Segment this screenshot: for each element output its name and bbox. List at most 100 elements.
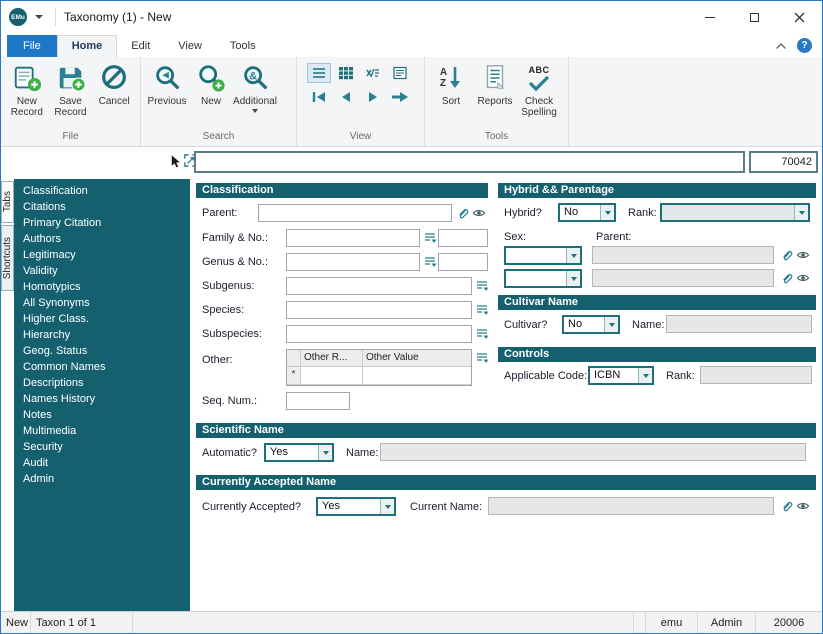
sidebar-item-classification[interactable]: Classification bbox=[14, 183, 190, 199]
ribbon-group-file: New Record Save Record bbox=[1, 57, 141, 146]
sex-combo-2[interactable] bbox=[504, 269, 582, 288]
grid-cell[interactable] bbox=[301, 367, 363, 385]
current-name-field[interactable] bbox=[488, 497, 774, 515]
list-view-button[interactable] bbox=[307, 63, 331, 83]
app-logo-icon[interactable]: EMu bbox=[9, 8, 27, 26]
help-button[interactable]: ? bbox=[797, 38, 812, 53]
quick-access-caret-button[interactable] bbox=[31, 7, 47, 27]
sidebar-item-homotypics[interactable]: Homotypics bbox=[14, 279, 190, 295]
applicable-code-label: Applicable Code: bbox=[504, 370, 587, 382]
minimize-button[interactable] bbox=[687, 1, 732, 33]
lookup-list-icon[interactable] bbox=[475, 303, 489, 317]
parent-field[interactable] bbox=[258, 204, 452, 222]
scientific-name-field[interactable] bbox=[380, 443, 806, 461]
sidebar-item-validity[interactable]: Validity bbox=[14, 263, 190, 279]
hybrid-combo[interactable]: No bbox=[558, 203, 616, 222]
pointer-icon[interactable] bbox=[168, 154, 183, 169]
subgenus-field[interactable] bbox=[286, 277, 472, 295]
contact-sheet-view-icon bbox=[365, 66, 381, 80]
lookup-list-icon[interactable] bbox=[423, 255, 437, 269]
tab-tools[interactable]: Tools bbox=[216, 36, 270, 57]
sidebar-item-legitimacy[interactable]: Legitimacy bbox=[14, 247, 190, 263]
eye-icon[interactable] bbox=[796, 499, 810, 513]
cancel-button[interactable]: Cancel bbox=[92, 59, 136, 107]
eye-icon[interactable] bbox=[796, 248, 810, 262]
genus-field[interactable] bbox=[286, 253, 420, 271]
attachment-icon[interactable] bbox=[780, 248, 794, 262]
close-button[interactable] bbox=[777, 1, 822, 33]
collapse-ribbon-button[interactable] bbox=[775, 42, 787, 50]
check-spelling-button[interactable]: ABC Check Spelling bbox=[517, 59, 561, 118]
lookup-list-icon[interactable] bbox=[475, 279, 489, 293]
maximize-button[interactable] bbox=[732, 1, 777, 33]
sidebar-item-authors[interactable]: Authors bbox=[14, 231, 190, 247]
ribbon: New Record Save Record bbox=[1, 57, 822, 147]
family-field[interactable] bbox=[286, 229, 420, 247]
chevron-down-icon bbox=[318, 445, 332, 460]
sidebar-item-audit[interactable]: Audit bbox=[14, 455, 190, 471]
other-values-grid[interactable]: Other R... Other Value * bbox=[286, 349, 472, 386]
controls-rank-field[interactable] bbox=[700, 366, 812, 384]
first-record-button[interactable] bbox=[307, 87, 331, 107]
subspecies-field[interactable] bbox=[286, 325, 472, 343]
next-record-button[interactable] bbox=[361, 87, 385, 107]
sidebar-item-security[interactable]: Security bbox=[14, 439, 190, 455]
sidebar-item-multimedia[interactable]: Multimedia bbox=[14, 423, 190, 439]
eye-icon[interactable] bbox=[472, 206, 486, 220]
last-record-button[interactable] bbox=[388, 87, 412, 107]
tab-view[interactable]: View bbox=[164, 36, 216, 57]
previous-record-button[interactable] bbox=[334, 87, 358, 107]
reports-button[interactable]: Reports bbox=[473, 59, 517, 107]
sidebar-item-geog-status[interactable]: Geog. Status bbox=[14, 343, 190, 359]
vertical-tab-tabs[interactable]: Tabs bbox=[1, 181, 14, 223]
lookup-list-icon[interactable] bbox=[475, 351, 489, 365]
lookup-list-icon[interactable] bbox=[475, 327, 489, 341]
sort-button[interactable]: AZ Sort bbox=[429, 59, 473, 107]
summary-data-field[interactable] bbox=[194, 151, 745, 173]
lookup-list-icon[interactable] bbox=[423, 231, 437, 245]
additional-search-button[interactable]: & Additional bbox=[233, 59, 277, 113]
tab-file[interactable]: File bbox=[7, 35, 57, 57]
vertical-tab-shortcuts[interactable]: Shortcuts bbox=[1, 225, 14, 291]
attachment-icon[interactable] bbox=[456, 206, 470, 220]
genus-number-field[interactable] bbox=[438, 253, 488, 271]
sidebar-item-names-history[interactable]: Names History bbox=[14, 391, 190, 407]
additional-search-label: Additional bbox=[233, 96, 277, 107]
contact-sheet-view-button[interactable] bbox=[361, 63, 385, 83]
sex-combo-1[interactable] bbox=[504, 246, 582, 265]
sidebar-item-descriptions[interactable]: Descriptions bbox=[14, 375, 190, 391]
currently-accepted-combo[interactable]: Yes bbox=[316, 497, 396, 516]
grid-column-header: Other R... bbox=[301, 350, 363, 367]
new-search-button[interactable]: New bbox=[189, 59, 233, 107]
sidebar-item-primary-citation[interactable]: Primary Citation bbox=[14, 215, 190, 231]
species-field[interactable] bbox=[286, 301, 472, 319]
hybrid-parent-field-2[interactable] bbox=[592, 269, 774, 287]
sidebar-item-admin[interactable]: Admin bbox=[14, 471, 190, 487]
family-number-field[interactable] bbox=[438, 229, 488, 247]
sidebar-item-higher-class[interactable]: Higher Class. bbox=[14, 311, 190, 327]
page-view-button[interactable] bbox=[388, 63, 412, 83]
grid-view-button[interactable] bbox=[334, 63, 358, 83]
save-record-button[interactable]: Save Record bbox=[49, 59, 93, 118]
cultivar-combo[interactable]: No bbox=[562, 315, 620, 334]
sidebar-item-notes[interactable]: Notes bbox=[14, 407, 190, 423]
sidebar-item-hierarchy[interactable]: Hierarchy bbox=[14, 327, 190, 343]
eye-icon[interactable] bbox=[796, 271, 810, 285]
grid-cell[interactable] bbox=[363, 367, 471, 385]
sidebar-item-all-synonyms[interactable]: All Synonyms bbox=[14, 295, 190, 311]
automatic-combo[interactable]: Yes bbox=[264, 443, 334, 462]
applicable-code-combo[interactable]: ICBN bbox=[588, 366, 654, 385]
tab-edit[interactable]: Edit bbox=[117, 36, 164, 57]
cultivar-name-field[interactable] bbox=[666, 315, 812, 333]
previous-search-button[interactable]: Previous bbox=[145, 59, 189, 107]
tab-home[interactable]: Home bbox=[57, 35, 118, 57]
sidebar-item-common-names[interactable]: Common Names bbox=[14, 359, 190, 375]
seq-num-field[interactable] bbox=[286, 392, 350, 410]
attachment-icon[interactable] bbox=[780, 271, 794, 285]
new-record-button[interactable]: New Record bbox=[5, 59, 49, 118]
attachment-icon[interactable] bbox=[780, 499, 794, 513]
sidebar-item-citations[interactable]: Citations bbox=[14, 199, 190, 215]
hybrid-rank-combo[interactable] bbox=[660, 203, 810, 222]
hybrid-parent-field-1[interactable] bbox=[592, 246, 774, 264]
additional-search-icon: & bbox=[239, 62, 271, 94]
